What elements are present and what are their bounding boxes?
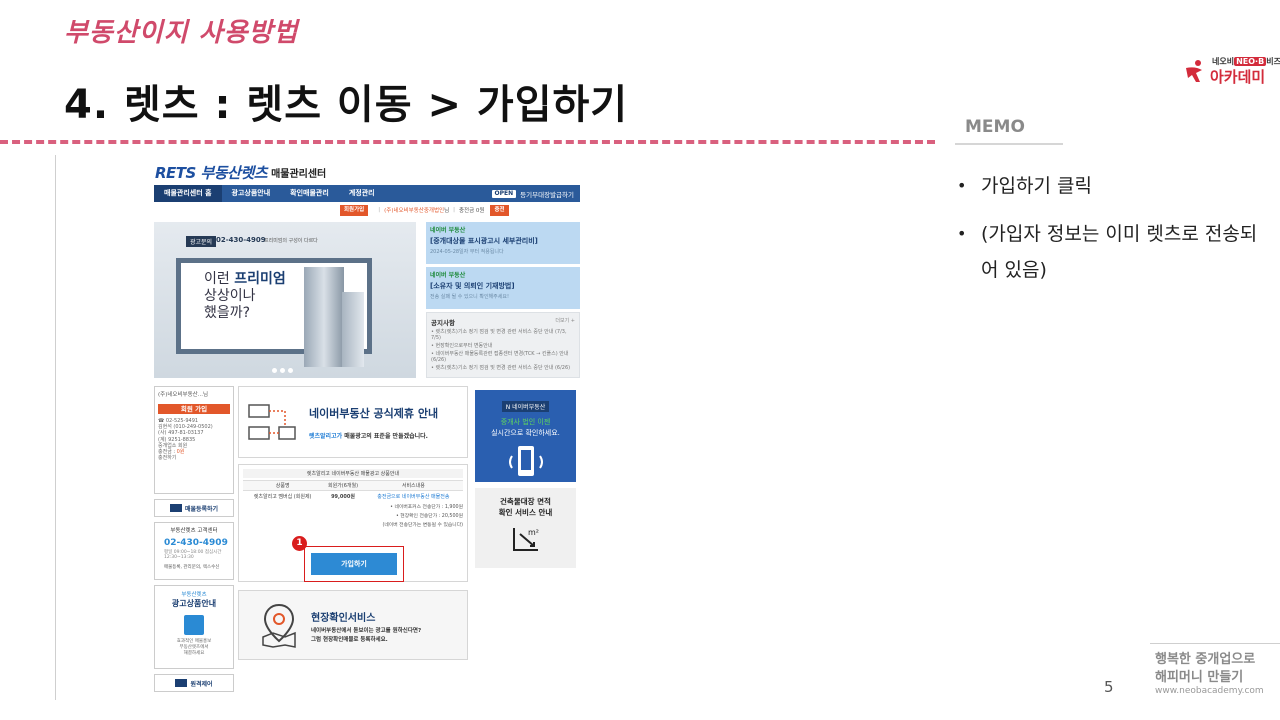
home-icon <box>184 615 204 635</box>
notice-more-link[interactable]: 더보기 + <box>555 317 575 327</box>
left-sidebar: (주)네오비부동산...님 회원 가입 ☎ 02-525-9491 김현석 (0… <box>154 386 234 692</box>
memo-label: MEMO <box>965 117 1025 137</box>
notice-item[interactable]: • 현장확인으로부터 변동안내 <box>431 343 575 349</box>
page-number: 5 <box>1104 678 1114 696</box>
remote-control-button[interactable]: 원격제어 <box>154 674 234 692</box>
user-company: (주)네오비부동산중개법인 <box>384 208 445 214</box>
footer-divider <box>1150 643 1280 644</box>
naver-partnership-card[interactable]: 네이버부동산 공식제휴 안내 렛츠알리고가 매물광고의 표준을 만들겠습니다. <box>238 386 468 458</box>
dashed-divider <box>0 140 935 144</box>
open-badge: OPEN <box>491 189 517 198</box>
nav-home[interactable]: 매물관리센터 홈 <box>154 185 222 202</box>
footer-slogan-1: 행복한 중개업으로 <box>1155 652 1256 667</box>
slide-subtitle: 부동산이지 사용방법 <box>64 18 299 48</box>
user-bar: 회원가입 | (주)네오비부동산중개법인 님 | 충전금 0원 충전 <box>340 204 509 216</box>
register-property-button[interactable]: 매물등록하기 <box>154 499 234 517</box>
memo-underline <box>955 143 1063 145</box>
footer-slogan-2: 해피머니 만들기 <box>1155 670 1244 685</box>
sidebar-charge-link[interactable]: 충전하기 <box>158 455 230 461</box>
area-measure-icon: m² <box>512 528 539 551</box>
map-pin-icon <box>262 603 296 648</box>
svg-text:m²: m² <box>528 528 539 537</box>
nav-register-docs[interactable]: 등기부대장발급하기 <box>516 189 580 199</box>
memo-item: • 가입하기 클릭 <box>957 175 1092 197</box>
phone-icon <box>508 446 543 476</box>
charge-button[interactable]: 충전 <box>490 204 509 216</box>
network-diagram-icon <box>248 404 296 440</box>
ad-products-promo[interactable]: 부동산렛츠 광고상품안내 효과적인 매물홍보 부동산렛츠에서 해결하세요 <box>154 585 234 669</box>
logo-main-text: 아카데미 <box>1210 68 1266 86</box>
highlight-box: 가입하기 <box>304 546 404 582</box>
running-figure-icon <box>1186 60 1202 82</box>
footer-url: www.neobacademy.com <box>1155 686 1264 696</box>
naver-realtime-banner[interactable]: N 네이버부동산 중개사 법인 이젠 실시간으로 확인하세요. <box>475 390 576 482</box>
customer-center: 부동산렛츠 고객센터 02-430-4909 평일 09:00~18:00 점심… <box>154 522 234 580</box>
banner-phone: 02-430-4909 <box>216 236 266 244</box>
academy-logo: 네오비 NEO·B 비즈 아카데미 <box>1182 56 1280 86</box>
table-row: 렛츠알리고 멤버십 (회원제) 99,000원 충전금으로 네이버부동산 매물전… <box>253 494 450 500</box>
nav-verified-listings[interactable]: 확인매물관리 <box>280 185 339 202</box>
user-box: (주)네오비부동산...님 회원 가입 ☎ 02-525-9491 김현석 (0… <box>154 386 234 494</box>
sidebar-join-button[interactable]: 회원 가입 <box>158 404 230 414</box>
nav-ad-products[interactable]: 광고상품안내 <box>222 185 281 202</box>
premium-banner[interactable]: 광고문의 02-430-4909 프리미엄의 구성이 다르다 이런 프리미엄 상… <box>154 222 416 378</box>
join-button[interactable]: 가입하기 <box>311 553 397 575</box>
site-verification-card[interactable]: 현장확인서비스 네이버부동산에서 돋보이는 광고를 원하신다면? 그럼 현장확인… <box>238 590 468 660</box>
main-nav: 매물관리센터 홈 광고상품안내 확인매물관리 계정관리 OPEN 등기부대장발급… <box>154 185 580 202</box>
cs-phone: 02-430-4909 <box>164 538 228 548</box>
building-image <box>304 267 344 367</box>
memo-item: • (가입자 정보는 이미 렛츠로 전송되어 있음) <box>957 223 1258 281</box>
house-icon <box>169 504 182 512</box>
right-column: N 네이버부동산 중개사 법인 이젠 실시간으로 확인하세요. 건축물대장 면적… <box>475 390 576 568</box>
notice-item[interactable]: • 렛츠(렛츠)기소 정기 점검 및 변경 관련 서비스 중단 안내 (6/26… <box>431 365 575 371</box>
screenshot-border <box>55 155 56 700</box>
news-item[interactable]: 네이버 부동산 [중개대상물 표시광고시 세부관리비] 2024-05-28일자… <box>426 222 580 264</box>
rets-logo[interactable]: RETS 부동산렛츠 매물관리센터 <box>155 163 326 182</box>
product-table: 상품명 회원가(6개월) 서비스내용 렛츠알리고 멤버십 (회원제) 99,00… <box>243 480 463 502</box>
rets-website-screenshot: RETS 부동산렛츠 매물관리센터 매물관리센터 홈 광고상품안내 확인매물관리… <box>55 155 685 700</box>
remote-arrows-icon <box>175 679 188 687</box>
header-join-button[interactable]: 회원가입 <box>340 204 369 216</box>
notice-item[interactable]: • 렛츠(렛츠)기소 정기 점검 및 변경 관련 서비스 중단 안내 (7/3,… <box>431 329 575 341</box>
building-image <box>342 292 364 367</box>
news-item[interactable]: 네이버 부동산 [소유자 및 의뢰인 기재방법] 전송 실패 될 수 있으니 확… <box>426 267 580 309</box>
slide-title: 4. 렛츠 : 렛츠 이동 > 가입하기 <box>64 82 629 128</box>
carousel-dots[interactable] <box>272 368 293 373</box>
news-panel: 네이버 부동산 [중개대상물 표시광고시 세부관리비] 2024-05-28일자… <box>426 222 580 378</box>
memo-list: • 가입하기 클릭 • (가입자 정보는 이미 렛츠로 전송되어 있음) <box>955 168 1265 300</box>
building-area-service[interactable]: 건축물대장 면적 확인 서비스 안내 m² <box>475 488 576 568</box>
notice-item[interactable]: • 네이버부동산 매물등록관련 접종센터 변경(TCK → 킨플스) 안내 (6… <box>431 351 575 363</box>
product-info-table: 렛츠알리고 네이버부동산 매물광고 상품안내 상품명 회원가(6개월) 서비스내… <box>238 464 468 582</box>
nav-account[interactable]: 계정관리 <box>339 185 385 202</box>
center-column: 네이버부동산 공식제휴 안내 렛츠알리고가 매물광고의 표준을 만들겠습니다. … <box>238 386 468 660</box>
notice-board: 공지사항 더보기 + • 렛츠(렛츠)기소 정기 점검 및 변경 관련 서비스 중… <box>426 312 580 378</box>
balance-text: 충전금 0원 <box>458 208 485 214</box>
